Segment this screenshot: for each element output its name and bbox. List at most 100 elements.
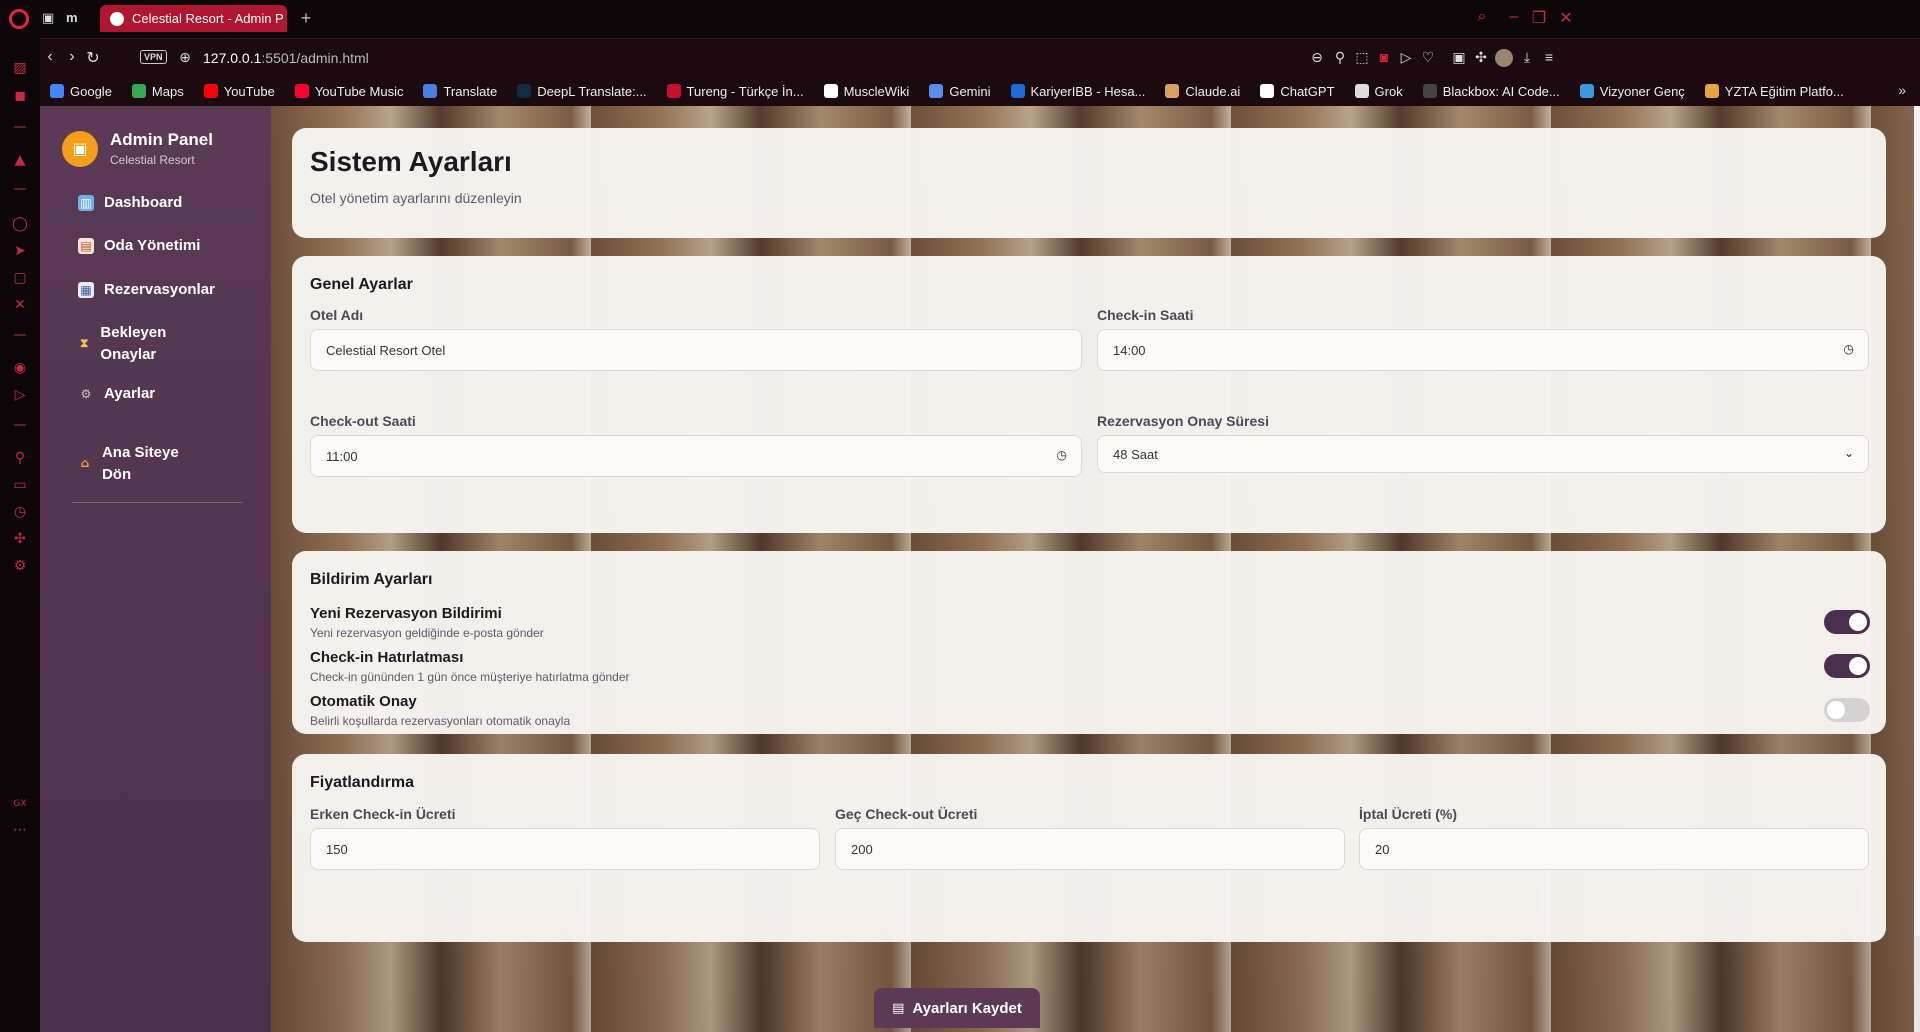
snapshot-icon[interactable]: ⬚ [1353,49,1371,66]
page-subtitle: Otel yönetim ayarlarını düzenleyin [310,190,522,206]
notification-row: Otomatik Onay Belirli koşullarda rezerva… [310,693,1870,733]
auto-approve-toggle[interactable] [1824,698,1870,722]
bookmark-item[interactable]: Blackbox: AI Code... [1422,83,1560,99]
sidebar-item-dashboard[interactable]: ▥ Dashboard [78,192,182,214]
whatsapp-icon[interactable]: ◯ [12,216,28,232]
puzzle-icon[interactable]: ✣ [1472,49,1490,66]
menu-icon[interactable]: ≡ [1540,49,1558,65]
bookmark-item[interactable]: YouTube Music [294,83,404,99]
bookmark-label: YouTube Music [314,83,404,99]
send-icon[interactable]: ▷ [12,387,28,403]
sidebar-item-reservations[interactable]: ▦ Rezervasyonlar [78,279,215,301]
player-icon[interactable]: ◉ [12,360,28,376]
late-checkout-fee-input[interactable]: 200 [835,828,1345,870]
heart-icon[interactable]: ♡ [1419,49,1437,66]
bookmarks-more-icon[interactable]: » [1898,82,1906,98]
opera-logo-icon[interactable] [9,9,29,29]
more-icon[interactable]: ⋯ [12,822,28,838]
history-icon[interactable]: ◷ [12,504,28,520]
bookmark-item[interactable]: Grok [1354,83,1403,99]
bookmark-item[interactable]: Vizyoner Genç [1579,84,1685,99]
late-checkout-label: Geç Check-out Ücreti [835,806,978,822]
clock-icon[interactable]: ◷ [1057,448,1067,462]
download-icon[interactable]: ⤓ [1518,49,1536,66]
sidebar-item-home[interactable]: ⌂ Ana Siteye Dön [78,442,198,486]
new-reservation-toggle[interactable] [1824,610,1870,634]
pinned-tab-m[interactable]: m [66,10,78,25]
bookmark-label: Grok [1374,83,1403,99]
avatar[interactable] [1495,49,1513,67]
scrollbar[interactable] [1914,106,1920,1032]
url-field[interactable]: 127.0.0.1:5501/admin.html [203,50,369,66]
bookmark-label: YZTA Eğitim Platfo... [1724,83,1844,99]
general-settings-card: Genel Ayarlar Otel Adı Celestial Resort … [292,256,1886,533]
back-icon[interactable]: ‹ [40,48,60,66]
bookmark-favicon-icon [1010,84,1025,98]
telegram-icon[interactable]: ➤ [12,243,28,259]
calendar-grid-icon: ▦ [78,282,94,298]
close-window-icon[interactable]: ✕ [1556,8,1576,28]
bookmark-item[interactable]: Google [50,84,112,99]
bookmark-label: KariyerIBB - Hesa... [1030,83,1146,99]
bookmark-favicon-icon [517,84,532,98]
early-checkin-fee-input[interactable]: 150 [310,828,820,870]
vpn-badge[interactable]: VPN [140,50,167,64]
flow-icon[interactable]: ▷ [1397,49,1415,66]
wallet-icon[interactable]: ▭ [12,477,28,493]
pin-page-icon[interactable]: ⚲ [1331,49,1349,66]
checkin-time-input[interactable]: 14:00 ◷ [1097,329,1869,371]
bookmark-item[interactable]: DeepL Translate:... [517,84,647,99]
approval-duration-select[interactable]: 48 Saat ⌄ [1097,435,1869,473]
checkout-time-input[interactable]: 11:00 ◷ [310,435,1082,477]
settings-icon[interactable]: ⚙ [12,558,28,574]
minimize-icon[interactable]: – [1504,8,1524,26]
aria-icon[interactable]: ▨ [12,60,28,76]
tab-active[interactable]: Celestial Resort - Admin P [100,5,287,32]
extension-icon[interactable]: ▣ [1450,49,1468,66]
tab-island-icon[interactable]: ▣ [42,10,54,26]
gx-icon[interactable]: GX [12,796,28,812]
sidebar-item-label: Dashboard [104,194,183,211]
sidebar-item-pending[interactable]: ⧗ Bekleyen Onaylar [78,322,198,366]
bookmark-label: Blackbox: AI Code... [1442,83,1560,99]
bookmark-item[interactable]: KariyerIBB - Hesa... [1010,83,1146,99]
sidebar-item-rooms[interactable]: ▤ Oda Yönetimi [78,235,200,257]
sidebar-item-label: Bekleyen Onaylar [100,324,167,363]
aria-ai-icon[interactable]: ▲ [12,152,28,168]
checkin-reminder-toggle[interactable] [1824,654,1870,678]
reload-icon[interactable]: ↻ [83,48,103,68]
instagram-icon[interactable]: ▢ [12,270,28,286]
site-info-icon[interactable]: ⊕ [176,49,194,66]
bookmark-favicon-icon [294,84,309,98]
new-tab-button[interactable]: + [296,8,316,28]
music-icon[interactable]: ◼ [12,88,28,104]
calendar-icon: ▤ [78,238,94,254]
home-icon: ⌂ [80,456,90,470]
x-icon[interactable]: ✕ [12,297,28,313]
bookmark-item[interactable]: YouTube [203,84,275,99]
bookmark-item[interactable]: Claude.ai [1165,84,1240,99]
extensions-icon[interactable]: ✣ [12,531,28,547]
bookmark-item[interactable]: YZTA Eğitim Platfo... [1704,83,1844,99]
pin-icon[interactable]: ⚲ [12,450,28,466]
restore-icon[interactable]: ❐ [1529,8,1549,28]
clock-icon[interactable]: ◷ [1844,342,1854,356]
cancel-fee-input[interactable]: 20 [1359,828,1869,870]
bookmark-item[interactable]: Tureng - Türkçe İn... [666,84,804,99]
bookmark-favicon-icon [203,84,218,98]
zoom-icon[interactable]: ⊖ [1308,49,1326,66]
bookmark-item[interactable]: Gemini [929,84,991,99]
hotel-name-input[interactable]: Celestial Resort Otel [310,329,1082,371]
gear-icon: ⚙ [80,387,92,401]
save-settings-button[interactable]: ▤ Ayarları Kaydet [874,988,1040,1028]
pocket-icon[interactable]: ◙ [1375,49,1393,65]
search-tabs-icon[interactable]: ⌕ [1472,8,1492,26]
forward-icon[interactable]: › [62,48,82,66]
header-card: Sistem Ayarları Otel yönetim ayarlarını … [292,128,1886,238]
bookmark-item[interactable]: Translate [423,84,497,99]
bookmark-item[interactable]: ChatGPT [1260,84,1335,99]
bookmarks-bar: Google Maps YouTube YouTube Music Translate D… [40,76,1920,106]
sidebar-item-settings[interactable]: ⚙ Ayarlar [78,383,156,405]
bookmark-item[interactable]: Maps [131,84,184,99]
bookmark-item[interactable]: MuscleWiki [823,84,909,99]
